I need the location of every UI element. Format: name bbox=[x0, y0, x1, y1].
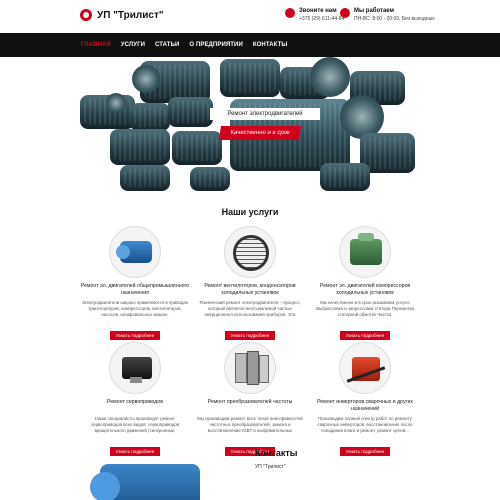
hours-block: Мы работаем ПН-ВС: 8:00 - 20:00, Без вых… bbox=[340, 7, 435, 23]
service-description: Производим полный спектр работ по ремонт… bbox=[317, 416, 413, 433]
hero-title: Ремонт электродвигателей bbox=[210, 108, 320, 120]
hero-subtitle: Качественно и в срок bbox=[219, 126, 301, 140]
service-description: Мы качественно и в срок оказываем услуги… bbox=[316, 300, 414, 317]
phone-icon bbox=[285, 8, 295, 18]
service-description: Электродвигатели широко применяются в пр… bbox=[81, 300, 189, 317]
logo-icon bbox=[80, 9, 92, 21]
more-button[interactable]: Узнать подробнее bbox=[224, 331, 276, 340]
service-card: Ремонт сервоприводов Наши специалисты пр… bbox=[80, 342, 190, 458]
clock-icon bbox=[340, 8, 350, 18]
main-nav: Главная Услуги Статьи О предприятии Конт… bbox=[0, 33, 500, 57]
service-description: Мы производим ремонт всех типов неисправ… bbox=[197, 416, 303, 433]
contacts-image bbox=[80, 452, 220, 500]
service-name[interactable]: Ремонт сервоприводов bbox=[80, 399, 190, 413]
site-header: УП "Трилист" Звоните нам +375 (29) 611-4… bbox=[0, 0, 500, 33]
service-image-servo[interactable] bbox=[109, 342, 161, 394]
service-name[interactable]: Ремонт вентиляторов, конденсаторов холод… bbox=[195, 283, 305, 297]
nav-item-services[interactable]: Услуги bbox=[121, 42, 145, 48]
service-image-motor[interactable] bbox=[109, 226, 161, 278]
contacts-org: УП "Трилист" bbox=[255, 464, 286, 470]
nav-item-about[interactable]: О предприятии bbox=[189, 42, 242, 48]
service-description: Технический ремонт электродвигателя – пр… bbox=[199, 300, 301, 317]
more-button[interactable]: Узнать подробнее bbox=[339, 331, 391, 340]
service-name[interactable]: Ремонт эл. двигателей общепромышленного … bbox=[80, 283, 190, 297]
service-card: Ремонт вентиляторов, конденсаторов холод… bbox=[195, 226, 305, 342]
nav-item-articles[interactable]: Статьи bbox=[155, 42, 179, 48]
service-image-inverter[interactable] bbox=[224, 342, 276, 394]
service-card: Ремонт преобразователей частоты Мы произ… bbox=[195, 342, 305, 458]
hero-banner: Ремонт электродвигателей Качественно и в… bbox=[80, 57, 420, 192]
service-image-compressor[interactable] bbox=[339, 226, 391, 278]
logo-text: УП "Трилист" bbox=[97, 9, 164, 21]
more-button[interactable]: Узнать подробнее bbox=[339, 447, 391, 456]
service-card: Ремонт эл. двигателей общепромышленного … bbox=[80, 226, 190, 342]
service-name[interactable]: Ремонт преобразователей частоты bbox=[195, 399, 305, 413]
nav-item-home[interactable]: Главная bbox=[81, 42, 111, 48]
services-title: Наши услуги bbox=[221, 207, 279, 217]
hours-value: ПН-ВС: 8:00 - 20:00, Без выходных bbox=[354, 16, 435, 22]
service-card: Ремонт инверторов сварочных и других наз… bbox=[310, 342, 420, 458]
service-image-fan[interactable] bbox=[224, 226, 276, 278]
more-button[interactable]: Узнать подробнее bbox=[109, 331, 161, 340]
phone-title: Звоните нам bbox=[299, 8, 337, 14]
service-image-welding[interactable] bbox=[339, 342, 391, 394]
hours-title: Мы работаем bbox=[354, 8, 394, 14]
logo[interactable]: УП "Трилист" bbox=[80, 9, 164, 21]
service-card: Ремонт эл. двигателей компрессоров холод… bbox=[310, 226, 420, 342]
nav-item-contacts[interactable]: Контакты bbox=[253, 42, 287, 48]
service-name[interactable]: Ремонт эл. двигателей компрессоров холод… bbox=[310, 283, 420, 297]
service-name[interactable]: Ремонт инверторов сварочных и других наз… bbox=[310, 399, 420, 413]
contacts-title: Контакты bbox=[255, 448, 298, 458]
phone-block: Звоните нам +375 (29) 611-44-84 bbox=[285, 7, 344, 23]
phone-number[interactable]: +375 (29) 611-44-84 bbox=[299, 15, 344, 23]
service-description: Наши специалисты производят ремонт серво… bbox=[90, 416, 180, 433]
hero-caption: Ремонт электродвигателей Качественно и в… bbox=[210, 108, 320, 140]
